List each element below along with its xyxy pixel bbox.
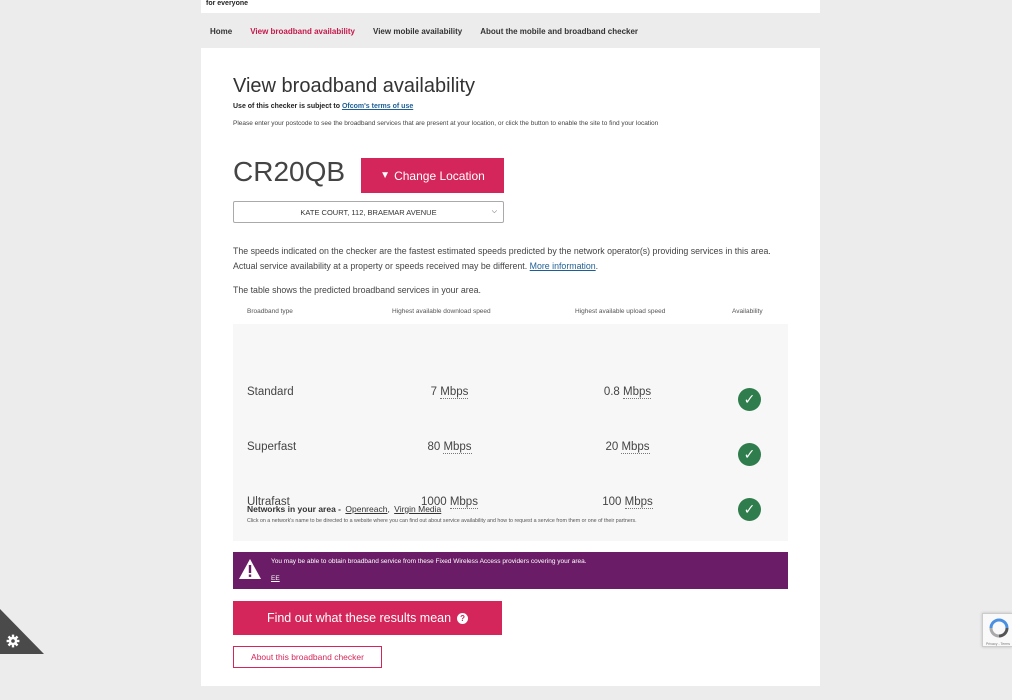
disclaimer-text: The speeds indicated on the checker are …: [233, 246, 771, 271]
results-meaning-button[interactable]: Find out what these results mean ?: [233, 601, 502, 635]
network-link-virgin-media[interactable]: Virgin Media: [394, 504, 441, 514]
main-nav: Home View broadband availability View mo…: [201, 20, 647, 42]
speed-unit: Mbps: [449, 496, 478, 509]
table-intro: The table shows the predicted broadband …: [233, 285, 481, 295]
table-row: Superfast 80 Mbps 20 Mbps ✓: [233, 427, 788, 467]
change-location-label: Change Location: [394, 168, 485, 183]
download-speed: 80 Mbps: [383, 441, 516, 454]
chevron-down-icon: ⌵: [491, 208, 497, 215]
fwa-provider-link[interactable]: EE: [271, 575, 280, 582]
recaptcha-footer: Privacy - Terms: [986, 642, 1011, 646]
header-availability: Availability: [732, 308, 763, 315]
networks-label: Networks in your area -: [247, 504, 344, 514]
main-card: View broadband availability Use of this …: [201, 48, 820, 686]
upload-value: 100: [602, 496, 622, 508]
more-information-link[interactable]: More information: [530, 261, 596, 271]
postcode-display: CR20QB: [233, 156, 346, 187]
nav-about[interactable]: About the mobile and broadband checker: [480, 27, 638, 36]
results-meaning-label: Find out what these results mean: [266, 611, 452, 625]
download-value: 7: [430, 386, 438, 398]
speed-unit: Mbps: [440, 386, 469, 399]
nav-home[interactable]: Home: [210, 27, 232, 36]
speed-unit: Mbps: [443, 441, 472, 454]
table-row: Standard 7 Mbps 0.8 Mbps ✓: [233, 372, 788, 412]
instructions: Please enter your postcode to see the br…: [233, 120, 659, 127]
nav-broadband[interactable]: View broadband availability: [250, 27, 355, 36]
about-checker-button[interactable]: About this broadband checker: [233, 646, 382, 668]
question-circle-icon: ?: [457, 612, 469, 624]
terms-prefix: Use of this checker is subject to: [233, 103, 342, 110]
upload-speed: 20 Mbps: [561, 441, 694, 454]
table-row: Ultrafast 1000 Mbps 100 Mbps ✓: [233, 482, 788, 522]
address-selected-value: KATE COURT, 112, BRAEMAR AVENUE: [300, 207, 437, 217]
upload-speed: 100 Mbps: [561, 496, 694, 509]
upload-value: 0.8: [603, 386, 620, 398]
address-select[interactable]: KATE COURT, 112, BRAEMAR AVENUE ⌵: [233, 201, 504, 223]
check-icon: ✓: [738, 443, 761, 466]
broadband-type: Superfast: [247, 441, 297, 453]
change-location-button[interactable]: ▼ Change Location: [361, 158, 504, 193]
upload-value: 20: [605, 441, 619, 453]
download-value: 80: [427, 441, 441, 453]
header-upload: Highest available upload speed: [575, 308, 666, 315]
settings-gear-icon[interactable]: [0, 609, 44, 654]
fwa-message: You may be able to obtain broadband serv…: [271, 558, 587, 565]
nav-mobile[interactable]: View mobile availability: [373, 27, 462, 36]
site-tagline: for everyone: [206, 0, 249, 7]
page-title: View broadband availability: [233, 75, 476, 97]
network-link-openreach[interactable]: Openreach: [345, 504, 387, 514]
warning-icon: [239, 559, 261, 579]
header-broadband-type: Broadband type: [247, 308, 293, 315]
results-table-header: Broadband type Highest available downloa…: [233, 308, 788, 322]
broadband-type: Standard: [247, 386, 294, 398]
speed-disclaimer: The speeds indicated on the checker are …: [233, 246, 771, 271]
recaptcha-badge[interactable]: Privacy - Terms: [982, 613, 1012, 647]
fwa-banner: You may be able to obtain broadband serv…: [233, 552, 788, 589]
check-icon: ✓: [738, 498, 761, 521]
speed-unit: Mbps: [621, 441, 650, 454]
terms-link[interactable]: Ofcom's terms of use: [342, 103, 413, 110]
speed-unit: Mbps: [624, 496, 653, 509]
networks-note: Click on a network's name to be directed…: [247, 518, 637, 524]
header-download: Highest available download speed: [392, 308, 491, 315]
upload-speed: 0.8 Mbps: [561, 386, 694, 399]
site-header-strip: for everyone: [201, 0, 820, 13]
download-speed: 7 Mbps: [383, 386, 516, 399]
recaptcha-icon: [989, 618, 1009, 638]
speed-unit: Mbps: [623, 386, 652, 399]
networks-in-area: Networks in your area - Openreach, Virgi…: [247, 504, 442, 514]
check-icon: ✓: [738, 388, 761, 411]
map-marker-icon: ▼: [380, 170, 391, 181]
terms-notice: Use of this checker is subject to Ofcom'…: [233, 103, 413, 110]
